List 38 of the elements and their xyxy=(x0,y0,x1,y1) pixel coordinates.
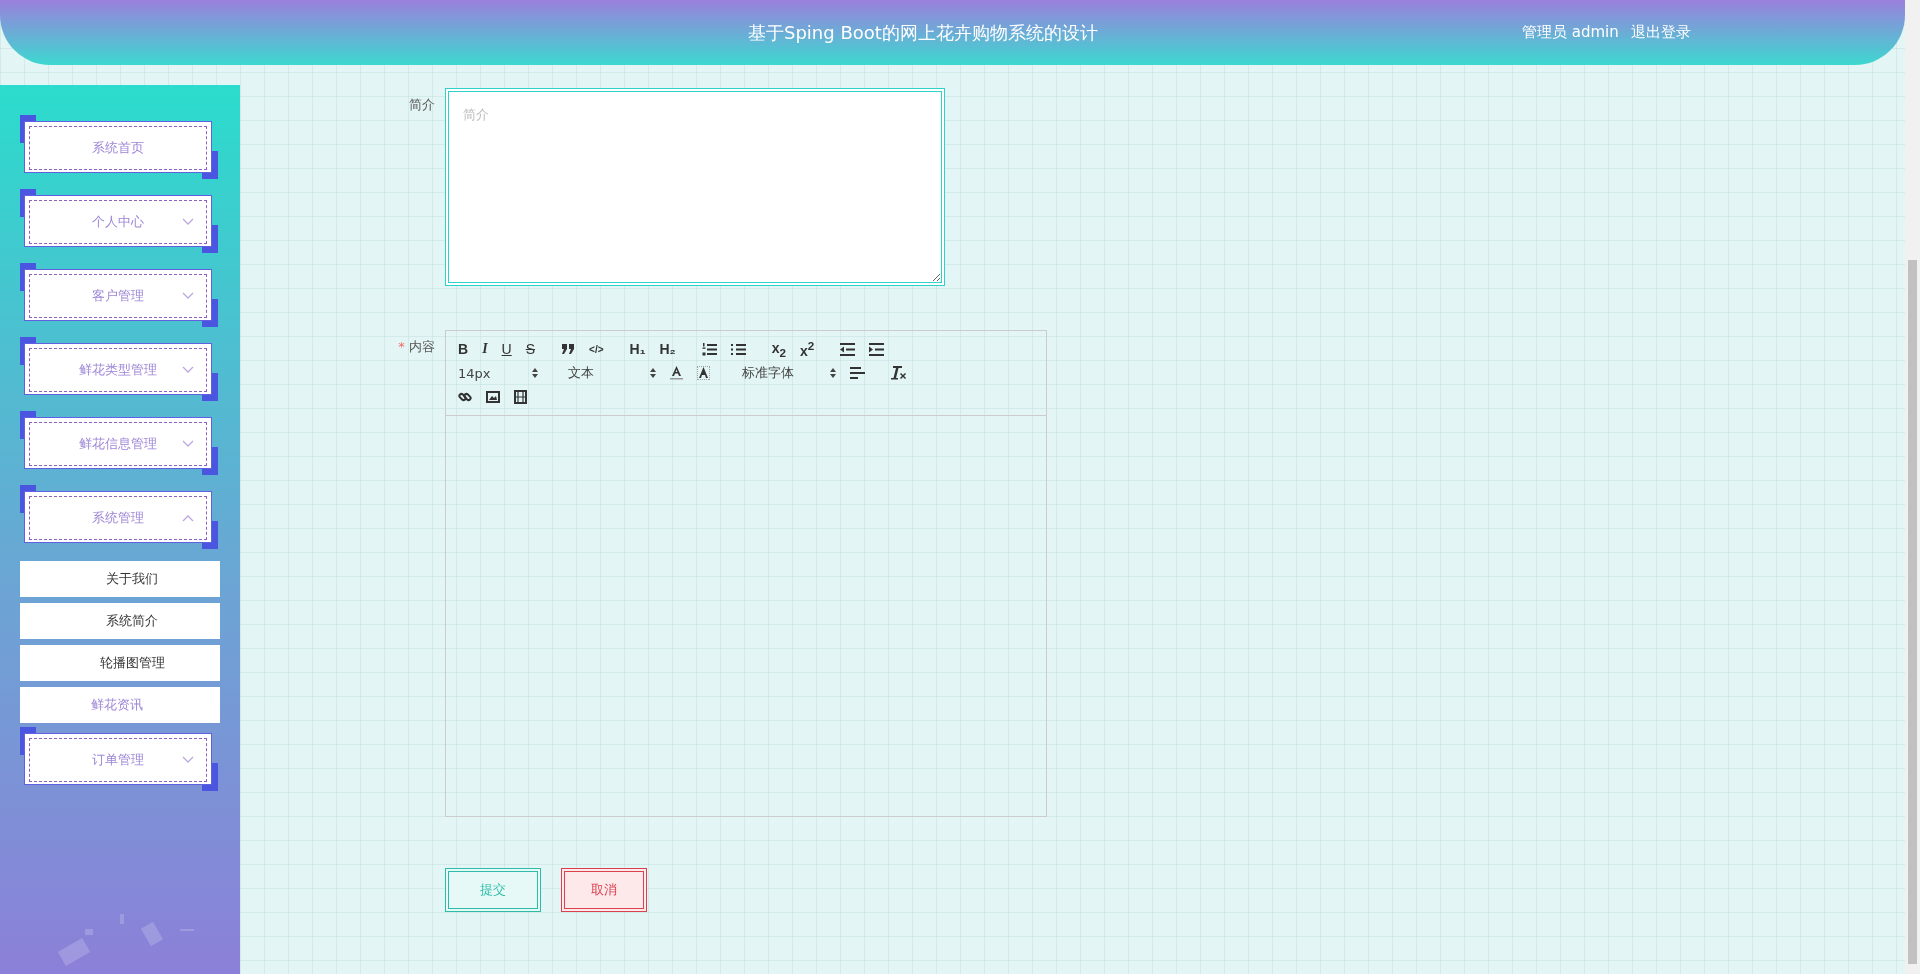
clear-format-icon[interactable] xyxy=(891,366,906,380)
background-color-icon[interactable] xyxy=(697,366,710,380)
intro-field[interactable]: 简介 xyxy=(445,88,945,286)
updown-icon xyxy=(650,368,656,378)
outdent-icon[interactable] xyxy=(840,342,856,356)
bullet-list-icon[interactable] xyxy=(730,342,746,356)
strikethrough-button[interactable]: S xyxy=(525,341,536,357)
submenu-item[interactable]: 关于我们 xyxy=(20,561,220,597)
text-color-icon[interactable] xyxy=(670,366,683,380)
bold-button[interactable]: B xyxy=(458,341,469,357)
quote-icon[interactable] xyxy=(561,343,576,355)
code-button[interactable]: </> xyxy=(589,343,604,355)
heading-button[interactable]: H₁ xyxy=(629,341,646,357)
field-label-text: 内容 xyxy=(409,339,435,354)
image-icon[interactable] xyxy=(486,391,500,403)
superscript-button[interactable]: x$^{2}$ xyxy=(800,339,815,359)
cancel-button[interactable]: 取消 xyxy=(561,868,647,912)
underline-button[interactable]: U xyxy=(501,341,512,357)
submenu-item[interactable]: 系统简介 xyxy=(20,603,220,639)
header-picker[interactable]: 文本 xyxy=(568,364,656,382)
subscript-button[interactable]: x$_{2}$ xyxy=(771,339,787,359)
heading-button[interactable]: H₂ xyxy=(659,341,676,357)
app-title: 基于Sping Boot的网上花卉购物系统的设计 xyxy=(748,20,1099,45)
align-icon[interactable] xyxy=(850,367,865,379)
scrollbar[interactable] xyxy=(1905,0,1920,974)
ordered-list-icon[interactable] xyxy=(701,342,717,356)
user-label: 管理员 admin xyxy=(1522,23,1619,42)
submenu-item[interactable]: 轮播图管理 xyxy=(20,645,220,681)
indent-icon[interactable] xyxy=(869,342,885,356)
updown-icon xyxy=(830,368,836,378)
video-icon[interactable] xyxy=(514,390,527,404)
italic-button[interactable]: I xyxy=(482,341,488,357)
size-picker[interactable]: 14px xyxy=(458,365,538,381)
required-mark: * xyxy=(398,339,405,354)
font-picker[interactable]: 标准字体 xyxy=(742,364,836,382)
link-icon[interactable] xyxy=(458,390,472,404)
updown-icon xyxy=(532,368,538,378)
field-label: 简介 xyxy=(408,96,436,114)
